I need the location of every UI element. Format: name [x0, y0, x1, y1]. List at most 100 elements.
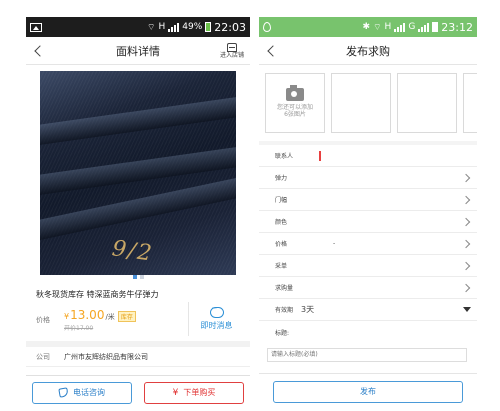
network-type-2: G	[408, 22, 416, 32]
back-chevron-icon[interactable]	[265, 44, 279, 58]
photo-upload-row: 您还可以添加 6张图片	[259, 65, 477, 141]
yen-icon: ¥	[172, 387, 179, 398]
wifi-icon: ⌔	[373, 22, 382, 33]
requirement-row[interactable]: 求购量	[259, 277, 477, 299]
price-main: ¥ 13.00 /米 库存	[64, 308, 136, 322]
gallery-notification-icon	[30, 22, 42, 32]
denim-fabric-photo: 9/2	[40, 71, 236, 275]
fabric-marking: 9/2	[110, 236, 155, 267]
product-image-carousel[interactable]: 9/2	[26, 65, 250, 283]
status-time: 22:03	[214, 20, 246, 34]
photo-slot[interactable]	[397, 73, 457, 133]
contact-label: 联系人	[275, 153, 294, 160]
color-row[interactable]: 颜色	[259, 211, 477, 233]
chevron-right-icon	[463, 262, 471, 270]
photo-hint-line1: 您还可以添加	[276, 103, 313, 111]
requirement-label: 求购量	[275, 285, 294, 292]
elasticity-label: 弹力	[275, 175, 288, 182]
place-order-label: 下单购买	[183, 388, 216, 397]
chevron-right-icon	[463, 240, 471, 248]
bluetooth-icon: ✱	[362, 22, 371, 32]
signal-icon	[394, 22, 406, 32]
quantity-label: 采单	[275, 263, 288, 270]
title-input[interactable]	[267, 347, 467, 362]
dropdown-arrow-icon	[463, 307, 471, 312]
price-row[interactable]: 价格 -	[259, 233, 477, 255]
status-time: 23:12	[441, 20, 473, 34]
droplet-notification-icon	[263, 22, 271, 32]
product-title: 秋冬现货库存 特深蓝商务牛仔弹力	[36, 290, 159, 299]
place-order-button[interactable]: ¥ 下单购买	[144, 381, 244, 404]
company-label: 公司	[36, 352, 50, 361]
chevron-right-icon	[463, 284, 471, 292]
photo-slot[interactable]	[331, 73, 391, 133]
contact-field[interactable]: 联系人	[259, 145, 477, 167]
screenshot-canvas: ⌔ H 49% 22:03 面料详情 进入店铺 9/2 秋冬现货库存 特深蓝商务…	[0, 0, 500, 411]
wifi-icon: ⌔	[147, 22, 156, 33]
fabric-detail-screen: ⌔ H 49% 22:03 面料详情 进入店铺 9/2 秋冬现货库存 特深蓝商务…	[26, 17, 250, 409]
price-currency: ¥	[64, 312, 70, 321]
company-name: 广州市友辉纺织品有限公司	[64, 352, 148, 361]
chevron-right-icon	[463, 218, 471, 226]
store-icon	[226, 42, 237, 52]
status-right-group: ✱ ⌔ H G 23:12	[363, 21, 473, 34]
battery-icon	[432, 22, 439, 32]
bottom-action-bar: 电话咨询 ¥ 下单购买	[26, 375, 250, 409]
price-value: 13.00	[70, 308, 105, 322]
color-label: 颜色	[275, 219, 288, 226]
publish-request-screen: ✱ ⌔ H G 23:12 发布求购 您还可以添加 6张图片 联系人 弹力 门幅…	[259, 17, 477, 409]
title-block: 标题:	[259, 321, 477, 362]
valid-period-label: 有效期	[275, 307, 294, 314]
phone-consult-button[interactable]: 电话咨询	[32, 381, 132, 404]
battery-icon	[205, 22, 212, 32]
status-bar: ✱ ⌔ H G 23:12	[259, 17, 477, 37]
original-price: 开价17.00	[64, 325, 94, 332]
valid-period-select[interactable]: 有效期 3天	[259, 299, 477, 321]
status-right-group: ⌔ H 49% 22:03	[147, 21, 246, 34]
back-chevron-icon[interactable]	[32, 44, 46, 58]
chevron-right-icon	[463, 196, 471, 204]
phone-consult-label: 电话咨询	[73, 388, 105, 397]
price-label: 价格	[275, 241, 288, 248]
photo-hint-line2: 6张图片	[284, 111, 306, 118]
page-title: 发布求购	[346, 44, 390, 58]
text-cursor	[319, 150, 321, 161]
camera-icon	[286, 84, 304, 101]
status-bar: ⌔ H 49% 22:03	[26, 17, 250, 37]
company-row[interactable]: 公司 广州市友辉纺织品有限公司	[26, 341, 250, 367]
valid-period-value: 3天	[301, 305, 315, 314]
phone-icon	[58, 387, 69, 398]
width-label: 门幅	[275, 197, 288, 204]
enter-shop-label: 进入店铺	[219, 51, 244, 59]
top-nav: 面料详情 进入店铺	[26, 37, 250, 65]
network-type: H	[158, 22, 166, 32]
price-row: 价格 ¥ 13.00 /米 库存 开价17.00 即时消息	[26, 302, 250, 336]
publish-button[interactable]: 发布	[273, 380, 463, 403]
signal-icon	[168, 22, 180, 32]
chat-bubble-icon	[209, 304, 224, 318]
price-label: 价格	[36, 316, 50, 324]
instant-message-label: 即时消息	[200, 321, 233, 330]
carousel-dot	[139, 275, 144, 279]
battery-percent: 49%	[182, 22, 203, 32]
stock-badge: 库存	[117, 311, 136, 322]
price-value: -	[333, 240, 336, 247]
instant-message-button[interactable]: 即时消息	[188, 302, 244, 336]
quantity-row[interactable]: 采单	[259, 255, 477, 277]
fabric-fold	[40, 94, 236, 148]
network-type: H	[384, 22, 392, 32]
chevron-right-icon	[463, 174, 471, 182]
add-photo-button[interactable]: 您还可以添加 6张图片	[265, 73, 325, 133]
width-row[interactable]: 门幅	[259, 189, 477, 211]
photo-slot[interactable]	[463, 73, 477, 133]
publish-bar: 发布	[259, 373, 477, 409]
enter-shop-button[interactable]: 进入店铺	[219, 42, 244, 59]
carousel-indicator	[26, 275, 250, 279]
signal-icon-2	[418, 22, 430, 32]
price-block: ¥ 13.00 /米 库存 开价17.00	[64, 308, 136, 332]
page-title: 面料详情	[116, 44, 160, 58]
price-unit: /米	[105, 313, 115, 321]
carousel-dot-active	[132, 275, 137, 279]
elasticity-row[interactable]: 弹力	[259, 167, 477, 189]
top-nav: 发布求购	[259, 37, 477, 65]
